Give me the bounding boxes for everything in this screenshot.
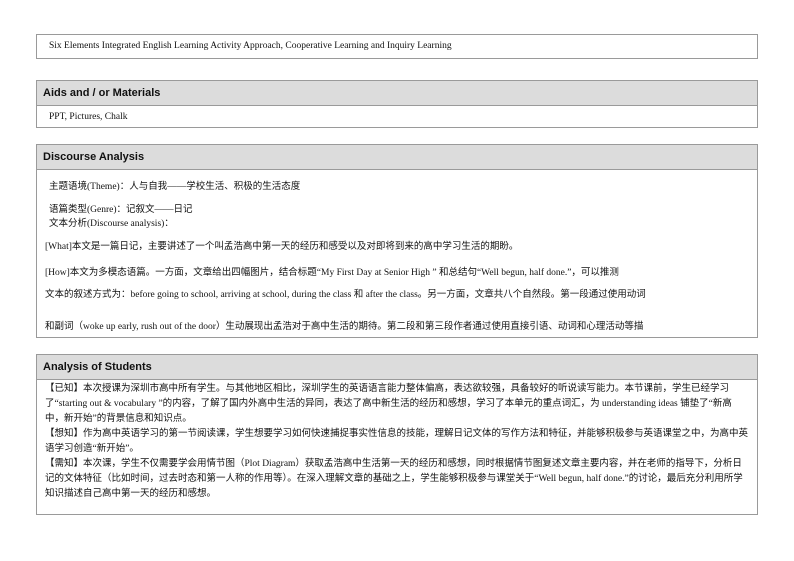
- students-section: Analysis of Students 【已知】本次授课为深圳市高中所有学生。…: [36, 354, 758, 515]
- aids-section-header: Aids and / or Materials: [37, 81, 757, 106]
- need-paragraph: 【需知】本次课，学生不仅需要学会用情节图（Plot Diagram）获取孟浩高中…: [45, 459, 743, 499]
- genre-line: 语篇类型(Genre)：记叙文——日记: [49, 205, 193, 215]
- how-paragraph-line-1: [How]本文为多模态语篇。一方面，文章给出四幅图片，结合标题“My First…: [45, 268, 619, 278]
- teaching-method-text: Six Elements Integrated English Learning…: [49, 41, 452, 51]
- aids-text: PPT, Pictures, Chalk: [49, 112, 128, 122]
- discourse-section-header: Discourse Analysis: [37, 145, 757, 170]
- known-paragraph: 【已知】本次授课为深圳市高中所有学生。与其他地区相比，深圳学生的英语语言能力整体…: [45, 384, 732, 424]
- theme-line: 主题语境(Theme)：人与自我——学校生活、积极的生活态度: [49, 182, 301, 192]
- what-paragraph: [What]本文是一篇日记，主要讲述了一个叫孟浩高中第一天的经历和感受以及对即将…: [45, 242, 519, 252]
- how-paragraph-line-2: 文本的叙述方式为：before going to school, arrivin…: [45, 290, 646, 300]
- teaching-method-box: Six Elements Integrated English Learning…: [36, 34, 758, 59]
- how-paragraph-line-3: 和副词（woke up early, rush out of the door）…: [45, 322, 644, 332]
- discourse-section: Discourse Analysis 主题语境(Theme)：人与自我——学校生…: [36, 144, 758, 338]
- want-paragraph: 【想知】作为高中英语学习的第一节阅读课，学生想要学习如何快速捕捉事实性信息的技能…: [45, 429, 749, 454]
- students-section-header: Analysis of Students: [37, 355, 757, 380]
- analysis-label: 文本分析(Discourse analysis)：: [49, 219, 174, 229]
- aids-section: Aids and / or Materials PPT, Pictures, C…: [36, 80, 758, 128]
